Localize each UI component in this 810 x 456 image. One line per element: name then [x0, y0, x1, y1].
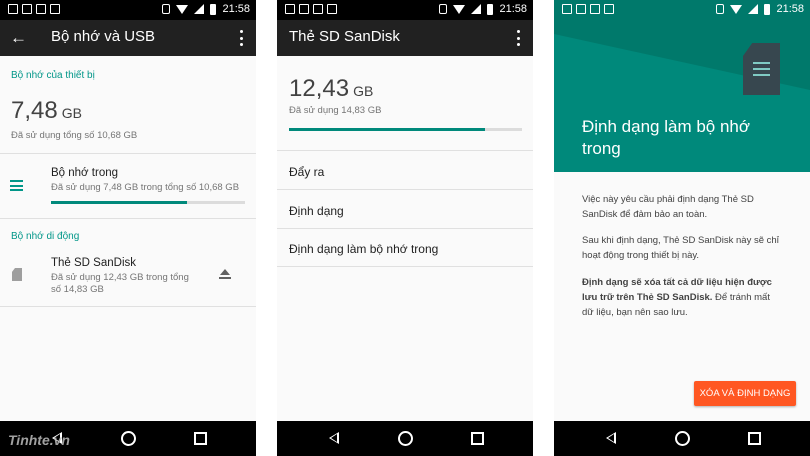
app-bar: ← Bộ nhớ và USB: [0, 20, 256, 56]
nav-recents-icon[interactable]: [471, 432, 484, 445]
gallery-notification-icon: [562, 4, 572, 14]
warning-paragraph: Định dạng sẽ xóa tất cả dữ liệu hiện đượ…: [582, 275, 792, 320]
battery-icon: [210, 3, 217, 15]
device-used-value: 7,48: [11, 97, 58, 124]
gmail-notification-icon: [299, 4, 309, 14]
photos-notification-icon: [327, 4, 337, 14]
eject-icon[interactable]: [219, 269, 231, 281]
device-used-unit: GB: [61, 105, 82, 121]
info-paragraph-1-line1: Việc này yêu cầu phải định dạng Thẻ SD: [582, 194, 754, 205]
eject-menu-item[interactable]: Đẩy ra: [289, 165, 324, 179]
info-paragraph-1: Việc này yêu cầu phải định dạng Thẻ SD S…: [582, 192, 792, 222]
gmail-notification-icon: [576, 4, 586, 14]
nav-back-icon[interactable]: [329, 432, 339, 444]
gallery-notification-icon: [285, 4, 295, 14]
info-paragraph-2-line1: Sau khi định dạng, Thẻ SD SanDisk này sẽ…: [582, 235, 779, 246]
nav-home-icon[interactable]: [398, 431, 413, 446]
section-header-device: Bộ nhớ của thiết bị: [11, 70, 95, 81]
info-paragraph-2: Sau khi định dạng, Thẻ SD SanDisk này sẽ…: [582, 233, 792, 263]
wifi-icon: [453, 4, 466, 14]
warning-rest-text: Để tránh mất: [712, 292, 770, 303]
page-title: Thẻ SD SanDisk: [289, 28, 400, 45]
divider: [277, 150, 533, 151]
sd-used-summary: Đã sử dụng 14,83 GB: [289, 105, 382, 116]
divider: [277, 228, 533, 229]
internal-storage-title: Bộ nhớ trong: [51, 167, 119, 179]
erase-and-format-button[interactable]: XÓA VÀ ĐỊNH DẠNG: [694, 381, 796, 406]
nav-home-icon[interactable]: [675, 431, 690, 446]
storage-icon: [10, 180, 23, 191]
warning-line2: lưu trữ trên Thẻ SD SanDisk. Để tránh mấ…: [582, 290, 792, 305]
nav-home-icon[interactable]: [121, 431, 136, 446]
device-used-amount: 7,48 GB: [11, 97, 82, 125]
back-arrow-icon[interactable]: ←: [10, 28, 27, 48]
sd-card-illustration-icon: [743, 43, 780, 95]
sd-card-subtitle-line2: số 14,83 GB: [51, 284, 104, 295]
image-notification-icon: [313, 4, 323, 14]
image-notification-icon: [36, 4, 46, 14]
page-title: Bộ nhớ và USB: [51, 28, 156, 45]
nav-recents-icon[interactable]: [194, 432, 207, 445]
internal-storage-progress: [51, 201, 245, 204]
signal-icon: [471, 4, 482, 14]
screen-sd-card: 21:58 Thẻ SD SanDisk 12,43 GB Đã sử dụng …: [277, 0, 533, 456]
status-bar: 21:58: [277, 0, 533, 20]
image-notification-icon: [590, 4, 600, 14]
warning-line3: dữ liệu, bạn nên sao lưu.: [582, 307, 688, 318]
warning-line1: Định dạng sẽ xóa tất cả dữ liệu hiện đượ…: [582, 277, 772, 288]
battery-icon: [764, 3, 771, 15]
clock: 21:58: [222, 3, 250, 15]
format-internal-menu-item[interactable]: Định dạng làm bộ nhớ trong: [289, 242, 438, 256]
gallery-notification-icon: [8, 4, 18, 14]
status-bar: 21:58: [554, 0, 810, 20]
signal-icon: [748, 4, 759, 14]
sd-storage-progress: [289, 128, 522, 131]
battery-icon: [487, 3, 494, 15]
sd-card-title: Thẻ SD SanDisk: [51, 257, 137, 269]
wizard-header: Định dạng làm bộ nhớ trong: [554, 20, 810, 172]
watermark-logo: Tinhte.vn: [8, 432, 70, 448]
signal-icon: [194, 4, 205, 14]
app-bar: Thẻ SD SanDisk: [277, 20, 533, 56]
wifi-icon: [176, 4, 189, 14]
device-used-summary: Đã sử dụng tổng số 10,68 GB: [11, 130, 138, 141]
format-menu-item[interactable]: Định dạng: [289, 204, 344, 218]
gmail-notification-icon: [22, 4, 32, 14]
divider: [0, 153, 256, 154]
sd-used-value: 12,43: [289, 75, 350, 102]
vibrate-icon: [716, 4, 725, 14]
nav-bar: [554, 421, 810, 456]
warning-bold-text: lưu trữ trên Thẻ SD SanDisk.: [582, 292, 713, 303]
overflow-menu-icon[interactable]: [517, 30, 521, 46]
info-paragraph-1-line2: SanDisk để đảm bảo an toàn.: [582, 209, 708, 220]
screen-format-internal: 21:58 Định dạng làm bộ nhớ trong Việc nà…: [554, 0, 810, 456]
sd-used-amount: 12,43 GB: [289, 75, 373, 103]
clock: 21:58: [499, 3, 527, 15]
photos-notification-icon: [50, 4, 60, 14]
wizard-title: Định dạng làm bộ nhớ trong: [582, 116, 792, 160]
wifi-icon: [730, 4, 743, 14]
overflow-menu-icon[interactable]: [240, 30, 244, 46]
internal-storage-subtitle: Đã sử dụng 7,48 GB trong tổng số 10,68 G…: [51, 182, 240, 193]
status-bar: 21:58: [0, 0, 256, 20]
vibrate-icon: [439, 4, 448, 14]
divider: [0, 218, 256, 219]
wizard-title-line2: trong: [582, 139, 621, 158]
clock: 21:58: [776, 3, 804, 15]
nav-bar: [277, 421, 533, 456]
section-header-portable: Bộ nhớ di động: [11, 231, 80, 242]
nav-recents-icon[interactable]: [748, 432, 761, 445]
screen-storage-usb: 21:58 ← Bộ nhớ và USB Bộ nhớ của thiết b…: [0, 0, 256, 456]
divider: [277, 189, 533, 190]
vibrate-icon: [162, 4, 171, 14]
sd-card-subtitle-line1: Đã sử dụng 12,43 GB trong tổng: [51, 272, 189, 283]
info-paragraph-2-line2: hoạt động trong thiết bị này.: [582, 250, 700, 261]
sd-used-unit: GB: [353, 83, 374, 99]
wizard-title-line1: Định dạng làm bộ nhớ: [582, 117, 751, 136]
divider: [277, 266, 533, 267]
sd-card-icon: [12, 268, 22, 281]
photos-notification-icon: [604, 4, 614, 14]
nav-back-icon[interactable]: [606, 432, 616, 444]
divider: [0, 306, 256, 307]
